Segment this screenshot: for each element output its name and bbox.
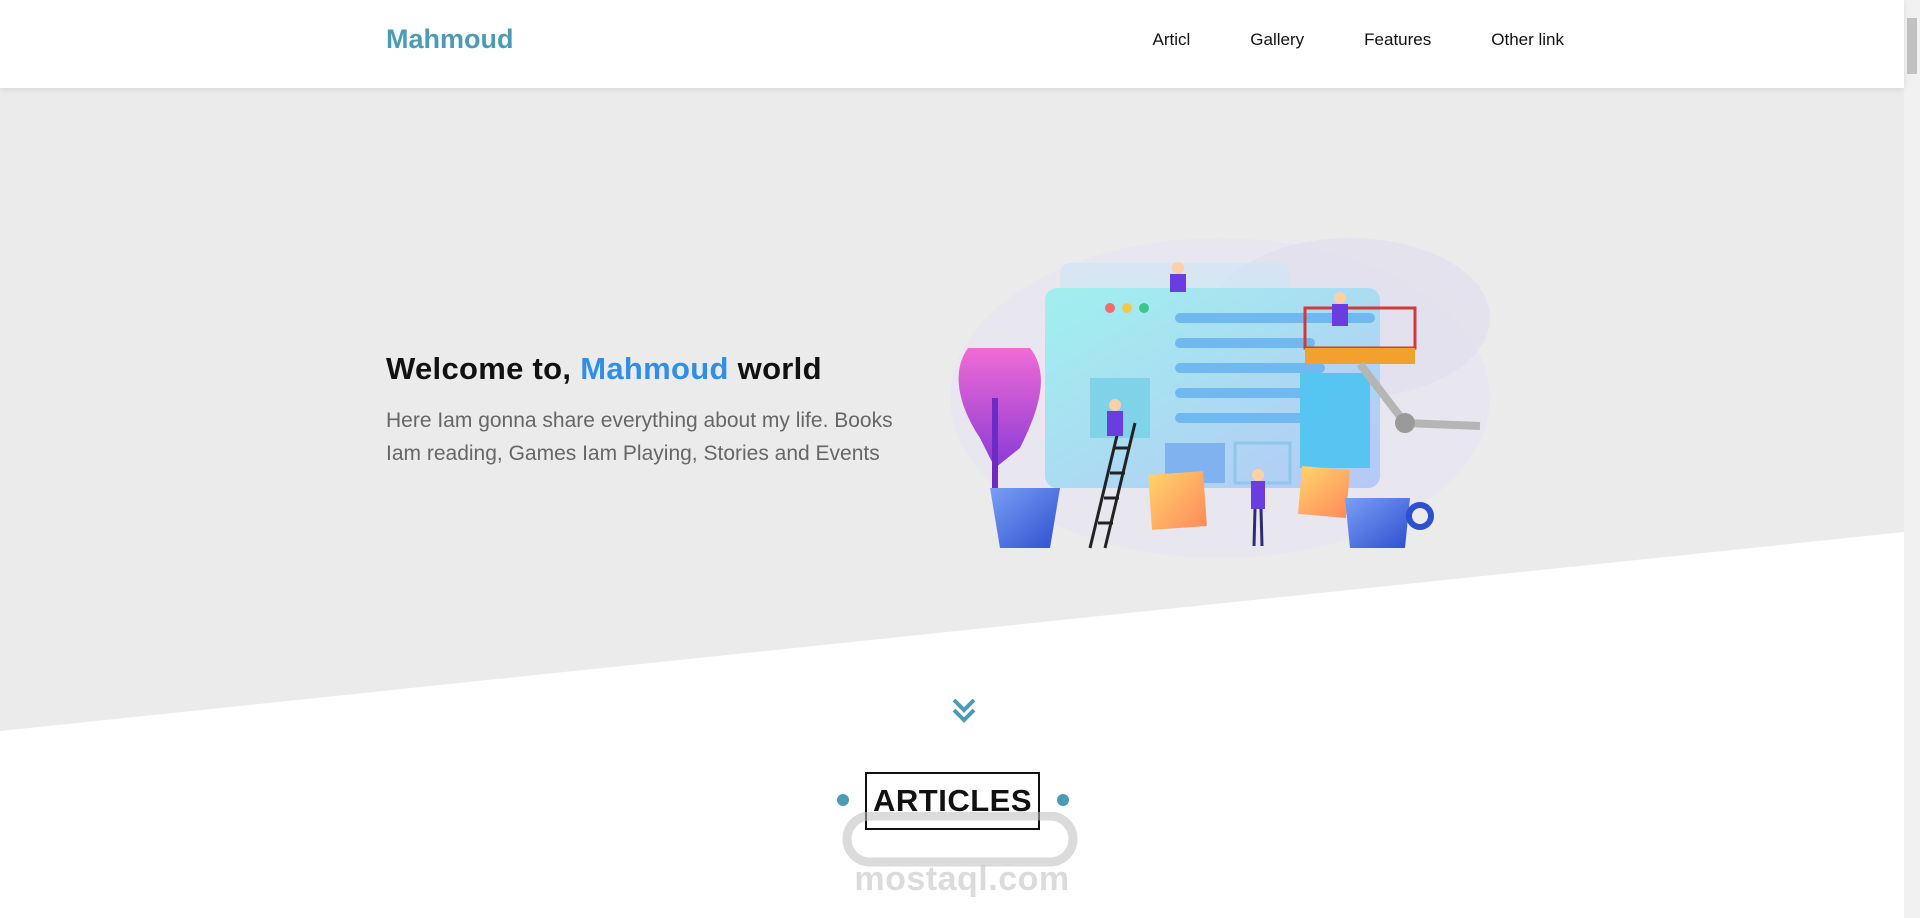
watermark-text: mostaql.com: [854, 860, 1070, 898]
double-chevron-down-icon[interactable]: [950, 696, 978, 726]
hero-title-accent: Mahmoud: [580, 351, 729, 386]
hero-section: Welcome to, Mahmoud world Here Iam gonna…: [0, 88, 1904, 738]
hero-title-prefix: Welcome to,: [386, 351, 572, 386]
hero-title: Welcome to, Mahmoud world: [386, 351, 822, 387]
hero-title-suffix: world: [737, 351, 822, 386]
hero-description: Here Iam gonna share everything about my…: [386, 409, 893, 465]
site-header: Mahmoud Articl Gallery Features Other li…: [0, 0, 1904, 88]
watermark: mostaql.com: [842, 811, 1078, 902]
heading-dot-right: [1057, 794, 1069, 806]
scrollbar-thumb[interactable]: [1907, 18, 1917, 74]
nav-link-gallery[interactable]: Gallery: [1250, 30, 1304, 50]
main-nav: Articl Gallery Features Other link: [1093, 30, 1564, 50]
nav-link-features[interactable]: Features: [1364, 30, 1431, 50]
site-logo[interactable]: Mahmoud: [386, 24, 514, 55]
scrollbar[interactable]: [1904, 0, 1920, 918]
hero-illustration: [950, 238, 1490, 558]
nav-link-articles[interactable]: Articl: [1153, 30, 1191, 50]
heading-dot-left: [837, 794, 849, 806]
nav-link-other[interactable]: Other link: [1491, 30, 1564, 50]
